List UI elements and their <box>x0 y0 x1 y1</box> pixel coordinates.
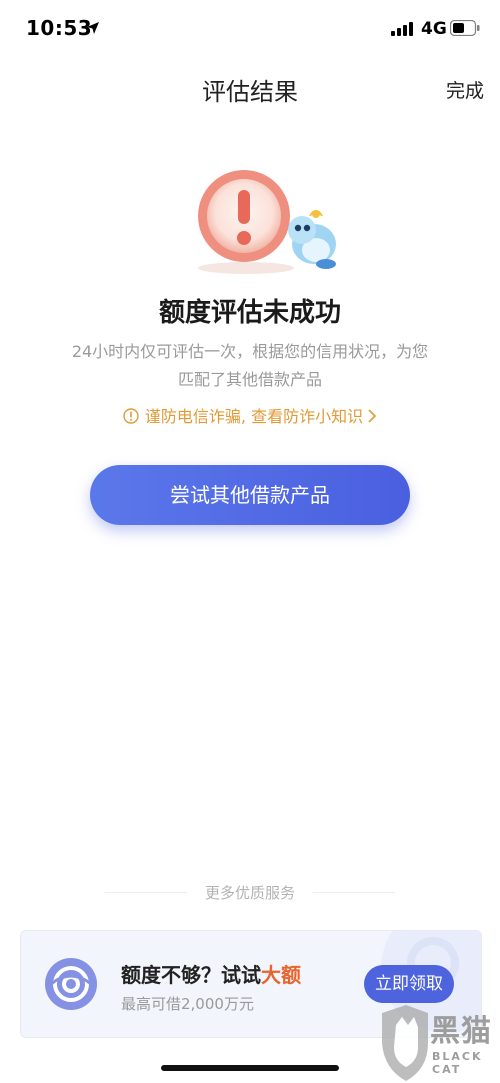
warning-circle-icon <box>123 408 139 424</box>
result-title: 额度评估未成功 <box>158 298 341 328</box>
warning-illustration-icon <box>198 170 336 274</box>
anti-fraud-link-label: 谨防电信诈骗, 查看防诈小知识 <box>144 407 364 426</box>
anti-fraud-link[interactable]: 谨防电信诈骗, 查看防诈小知识 <box>0 403 500 427</box>
watermark-text: 黑猫 <box>430 1014 492 1049</box>
promo-title: 额度不够？试试大额 <box>121 959 301 988</box>
claim-now-button[interactable]: 立即领取 <box>364 965 454 1003</box>
more-services-label: 更多优质服务 <box>204 884 295 902</box>
page-title: 评估结果 <box>202 78 298 106</box>
location-arrow-icon <box>87 22 99 34</box>
battery-icon <box>450 20 480 36</box>
watermark-subtext: BLACK CAT <box>432 1050 483 1076</box>
result-description: 24小时内仅可评估一次，根据您的信用状况，为您匹配了其他借款产品 <box>71 342 429 389</box>
status-time: 10:53 <box>26 16 93 40</box>
divider-right <box>313 892 395 893</box>
promo-title-highlight: 大额 <box>261 963 301 987</box>
network-label: 4G <box>421 19 447 39</box>
chevron-right-icon <box>368 409 377 423</box>
product-logo-icon <box>45 958 97 1010</box>
done-button[interactable]: 完成 <box>446 76 484 103</box>
promo-title-prefix: 额度不够？试试 <box>121 963 261 987</box>
status-bar: 10:53 4G <box>0 0 500 62</box>
try-other-loan-button[interactable]: 尝试其他借款产品 <box>90 465 410 525</box>
home-indicator <box>161 1065 339 1071</box>
promo-subtitle: 最高可借2,000万元 <box>121 995 254 1013</box>
signal-icon <box>391 22 413 36</box>
